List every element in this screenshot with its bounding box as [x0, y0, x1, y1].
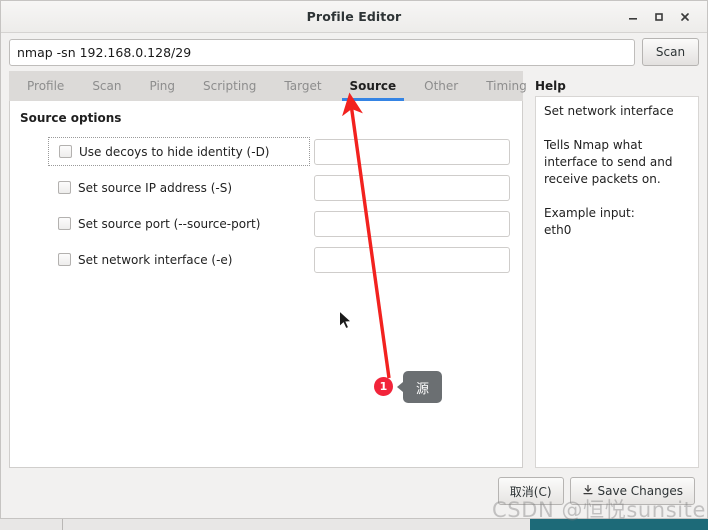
option-label-source-ip-box[interactable]: Set source IP address (-S) [48, 173, 310, 202]
tab-source[interactable]: Source [335, 71, 411, 101]
save-changes-button-label: Save Changes [597, 484, 683, 498]
footer-buttons: 取消(C) Save Changes [1, 468, 707, 518]
option-label-decoys: Use decoys to hide identity (-D) [79, 144, 270, 159]
option-input-source-port[interactable] [314, 210, 510, 237]
checkbox-network-interface[interactable] [58, 253, 71, 266]
option-row-source-ip: Set source IP address (-S) [20, 173, 510, 202]
maximize-icon[interactable] [646, 4, 672, 30]
close-icon[interactable] [672, 4, 698, 30]
option-label-decoys-box[interactable]: Use decoys to hide identity (-D) [48, 137, 310, 166]
option-input-source-ip[interactable] [314, 174, 510, 201]
cancel-button-label: 取消(C) [509, 484, 552, 499]
option-row-network-interface: Set network interface (-e) [20, 245, 510, 274]
option-row-source-port: Set source port (--source-port) [20, 209, 510, 238]
taskbar-separator [62, 519, 63, 530]
tab-ping[interactable]: Ping [136, 71, 190, 101]
checkbox-source-ip[interactable] [58, 181, 71, 194]
tab-other[interactable]: Other [410, 71, 472, 101]
option-label-source-port: Set source port (--source-port) [78, 216, 261, 231]
option-row-decoys: Use decoys to hide identity (-D) [20, 137, 510, 166]
option-label-network-interface-box[interactable]: Set network interface (-e) [48, 245, 310, 274]
checkbox-decoys[interactable] [59, 145, 72, 158]
save-icon [582, 484, 594, 499]
command-bar: Scan [1, 33, 707, 71]
option-input-decoys[interactable] [314, 138, 510, 165]
source-options-panel: Source options Use decoys to hide identi… [9, 101, 523, 468]
tab-profile[interactable]: Profile [13, 71, 78, 101]
taskbar-desktop-area [530, 519, 708, 530]
scan-button[interactable]: Scan [642, 38, 699, 66]
tab-target[interactable]: Target [270, 71, 335, 101]
editor-body: Profile Scan Ping Scripting Target Sourc… [1, 71, 707, 468]
help-text: Set network interface Tells Nmap what in… [535, 96, 699, 468]
section-title: Source options [20, 111, 122, 125]
tab-timing[interactable]: Timing [472, 71, 541, 101]
title-bar: Profile Editor [1, 1, 707, 33]
checkbox-source-port[interactable] [58, 217, 71, 230]
cancel-button[interactable]: 取消(C) [497, 477, 564, 505]
save-changes-button[interactable]: Save Changes [569, 477, 695, 505]
tab-scan[interactable]: Scan [78, 71, 135, 101]
option-label-source-ip: Set source IP address (-S) [78, 180, 233, 195]
tab-scripting[interactable]: Scripting [189, 71, 270, 101]
option-label-network-interface: Set network interface (-e) [78, 252, 233, 267]
command-input[interactable] [9, 38, 635, 66]
option-input-network-interface[interactable] [314, 246, 510, 273]
help-title: Help [535, 79, 566, 93]
option-label-source-port-box[interactable]: Set source port (--source-port) [48, 209, 310, 238]
help-pane: Help Set network interface Tells Nmap wh… [523, 71, 699, 468]
tab-strip: Profile Scan Ping Scripting Target Sourc… [9, 71, 527, 101]
profile-editor-window: Profile Editor Scan Profile Scan Ping Sc… [0, 0, 708, 519]
left-pane: Profile Scan Ping Scripting Target Sourc… [9, 71, 527, 468]
window-controls [620, 4, 707, 30]
window-title: Profile Editor [306, 9, 402, 24]
minimize-icon[interactable] [620, 4, 646, 30]
